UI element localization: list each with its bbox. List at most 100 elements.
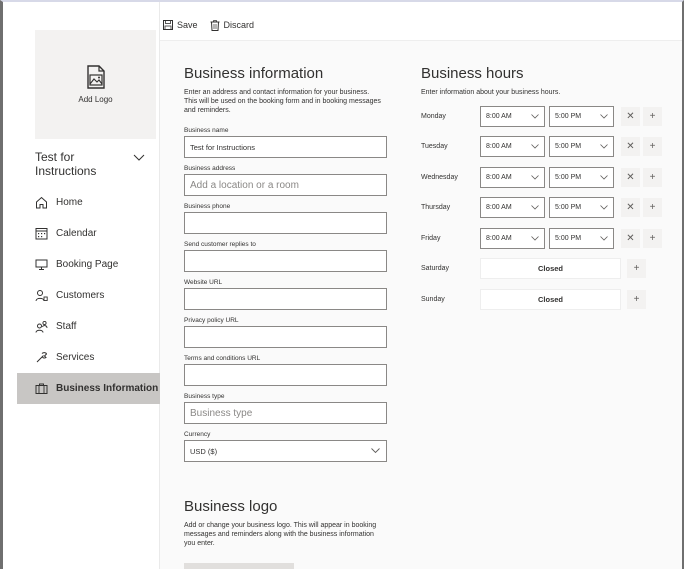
business-information-section: Business information Enter an address an… xyxy=(184,65,389,462)
website-url-input[interactable] xyxy=(184,288,387,310)
add-hours-button[interactable]: + xyxy=(643,137,662,156)
plus-icon: + xyxy=(649,171,656,183)
open-time-value: 8:00 AM xyxy=(486,234,512,242)
business-name-label: Business name xyxy=(184,127,229,134)
chevron-down-icon xyxy=(531,235,539,241)
add-hours-button[interactable]: + xyxy=(627,289,646,309)
hours-row: Saturday Closed + xyxy=(421,258,681,280)
customers-icon xyxy=(34,289,48,303)
chevron-down-icon xyxy=(531,174,539,180)
close-icon: ✕ xyxy=(626,232,635,244)
open-time-select[interactable]: 8:00 AM xyxy=(480,136,545,157)
services-icon xyxy=(34,351,48,365)
add-hours-button[interactable]: + xyxy=(643,228,662,248)
business-phone-input[interactable] xyxy=(184,212,387,234)
remove-hours-button[interactable]: ✕ xyxy=(621,198,640,217)
close-time-select[interactable]: 5:00 PM xyxy=(549,136,614,157)
sidebar-item-label: Booking Page xyxy=(56,259,119,270)
remove-hours-button[interactable]: ✕ xyxy=(621,137,640,156)
open-time-select[interactable]: 8:00 AM xyxy=(480,227,545,249)
day-label: Monday xyxy=(421,112,446,120)
plus-icon: + xyxy=(649,141,656,152)
save-button[interactable]: Save xyxy=(163,20,198,30)
open-time-select[interactable]: 8:00 AM xyxy=(480,166,545,188)
day-label: Wednesday xyxy=(421,173,458,181)
upload-logo-button[interactable] xyxy=(184,563,294,569)
section-description: Enter an address and contact information… xyxy=(184,89,381,114)
close-time-select[interactable]: 5:00 PM xyxy=(549,166,614,188)
privacy-url-label: Privacy policy URL xyxy=(184,317,239,324)
sidebar-item-label: Business Information xyxy=(56,383,159,394)
business-name-input[interactable]: Test for Instructions xyxy=(184,136,387,158)
open-time-value: 8:00 AM xyxy=(486,112,512,120)
close-time-select[interactable]: 5:00 PM xyxy=(549,227,614,249)
remove-hours-button[interactable]: ✕ xyxy=(621,167,640,187)
remove-hours-button[interactable]: ✕ xyxy=(621,228,640,248)
website-url-label: Website URL xyxy=(184,279,223,286)
trash-icon xyxy=(210,19,220,31)
close-time-value: 5:00 PM xyxy=(555,143,582,150)
sidebar-item-staff[interactable]: Staff xyxy=(17,311,160,342)
add-hours-button[interactable]: + xyxy=(627,259,646,278)
currency-value: USD ($) xyxy=(190,446,218,456)
plus-icon: + xyxy=(633,293,640,305)
open-time-value: 8:00 AM xyxy=(486,173,512,181)
sidebar-item-booking-page[interactable]: Booking Page xyxy=(17,249,160,280)
add-hours-button[interactable]: + xyxy=(643,167,662,187)
monitor-icon xyxy=(34,258,48,272)
open-time-value: 8:00 AM xyxy=(486,204,512,211)
add-hours-button[interactable]: + xyxy=(643,198,662,217)
closed-status: Closed xyxy=(480,288,621,310)
hours-row: Tuesday 8:00 AM 5:00 PM ✕ + xyxy=(421,136,681,158)
terms-url-input[interactable] xyxy=(184,364,387,386)
close-time-select[interactable]: 5:00 PM xyxy=(549,105,614,127)
app-window: Add Logo Test for Instructions Home Cale… xyxy=(0,0,684,569)
hours-row: Wednesday 8:00 AM 5:00 PM ✕ + xyxy=(421,166,681,188)
sidebar-item-calendar[interactable]: Calendar xyxy=(17,218,160,249)
chevron-down-icon xyxy=(600,235,608,241)
main-content: Business information Enter an address an… xyxy=(160,40,682,569)
open-time-select[interactable]: 8:00 AM xyxy=(480,105,545,127)
save-icon xyxy=(163,20,173,30)
chevron-down-icon xyxy=(531,144,539,149)
remove-hours-button[interactable]: ✕ xyxy=(621,106,640,126)
sidebar-item-label: Calendar xyxy=(56,228,97,239)
currency-select[interactable]: USD ($) xyxy=(184,440,387,462)
save-label: Save xyxy=(177,20,198,30)
open-time-select[interactable]: 8:00 AM xyxy=(480,197,545,218)
customer-replies-input[interactable] xyxy=(184,250,387,272)
hours-row: Friday 8:00 AM 5:00 PM ✕ + xyxy=(421,227,681,249)
day-label: Sunday xyxy=(421,295,445,303)
business-type-input[interactable]: Business type xyxy=(184,402,387,424)
business-logo-section: Business logo Add or change your busines… xyxy=(184,498,394,548)
sidebar-item-customers[interactable]: Customers xyxy=(17,280,160,311)
terms-url-label: Terms and conditions URL xyxy=(184,355,261,362)
sidebar-item-label: Customers xyxy=(56,290,105,301)
sidebar-item-home[interactable]: Home xyxy=(17,187,160,218)
chevron-down-icon xyxy=(600,174,608,180)
chevron-down-icon[interactable] xyxy=(133,154,145,162)
chevron-down-icon xyxy=(531,113,539,119)
privacy-url-input[interactable] xyxy=(184,326,387,348)
chevron-down-icon xyxy=(531,205,539,210)
chevron-down-icon xyxy=(600,113,608,119)
plus-icon: + xyxy=(649,232,656,244)
sidebar-item-label: Services xyxy=(56,352,95,363)
chevron-down-icon xyxy=(600,144,608,149)
image-icon xyxy=(86,65,105,89)
close-icon: ✕ xyxy=(626,202,635,213)
hours-row: Monday 8:00 AM 5:00 PM ✕ + xyxy=(421,105,681,127)
command-bar: Save Discard xyxy=(163,12,254,38)
business-switcher[interactable]: Test for Instructions xyxy=(35,150,125,178)
plus-icon: + xyxy=(633,263,640,274)
sidebar-item-services[interactable]: Services xyxy=(17,342,160,373)
add-hours-button[interactable]: + xyxy=(643,106,662,126)
business-address-input[interactable]: Add a location or a room xyxy=(184,174,387,196)
add-logo-button[interactable]: Add Logo xyxy=(35,30,156,139)
calendar-icon xyxy=(34,227,48,241)
close-time-select[interactable]: 5:00 PM xyxy=(549,197,614,218)
sidebar-item-business-information[interactable]: Business Information xyxy=(17,373,160,404)
discard-button[interactable]: Discard xyxy=(210,19,254,31)
staff-icon xyxy=(34,320,48,334)
close-time-value: 5:00 PM xyxy=(555,234,582,242)
